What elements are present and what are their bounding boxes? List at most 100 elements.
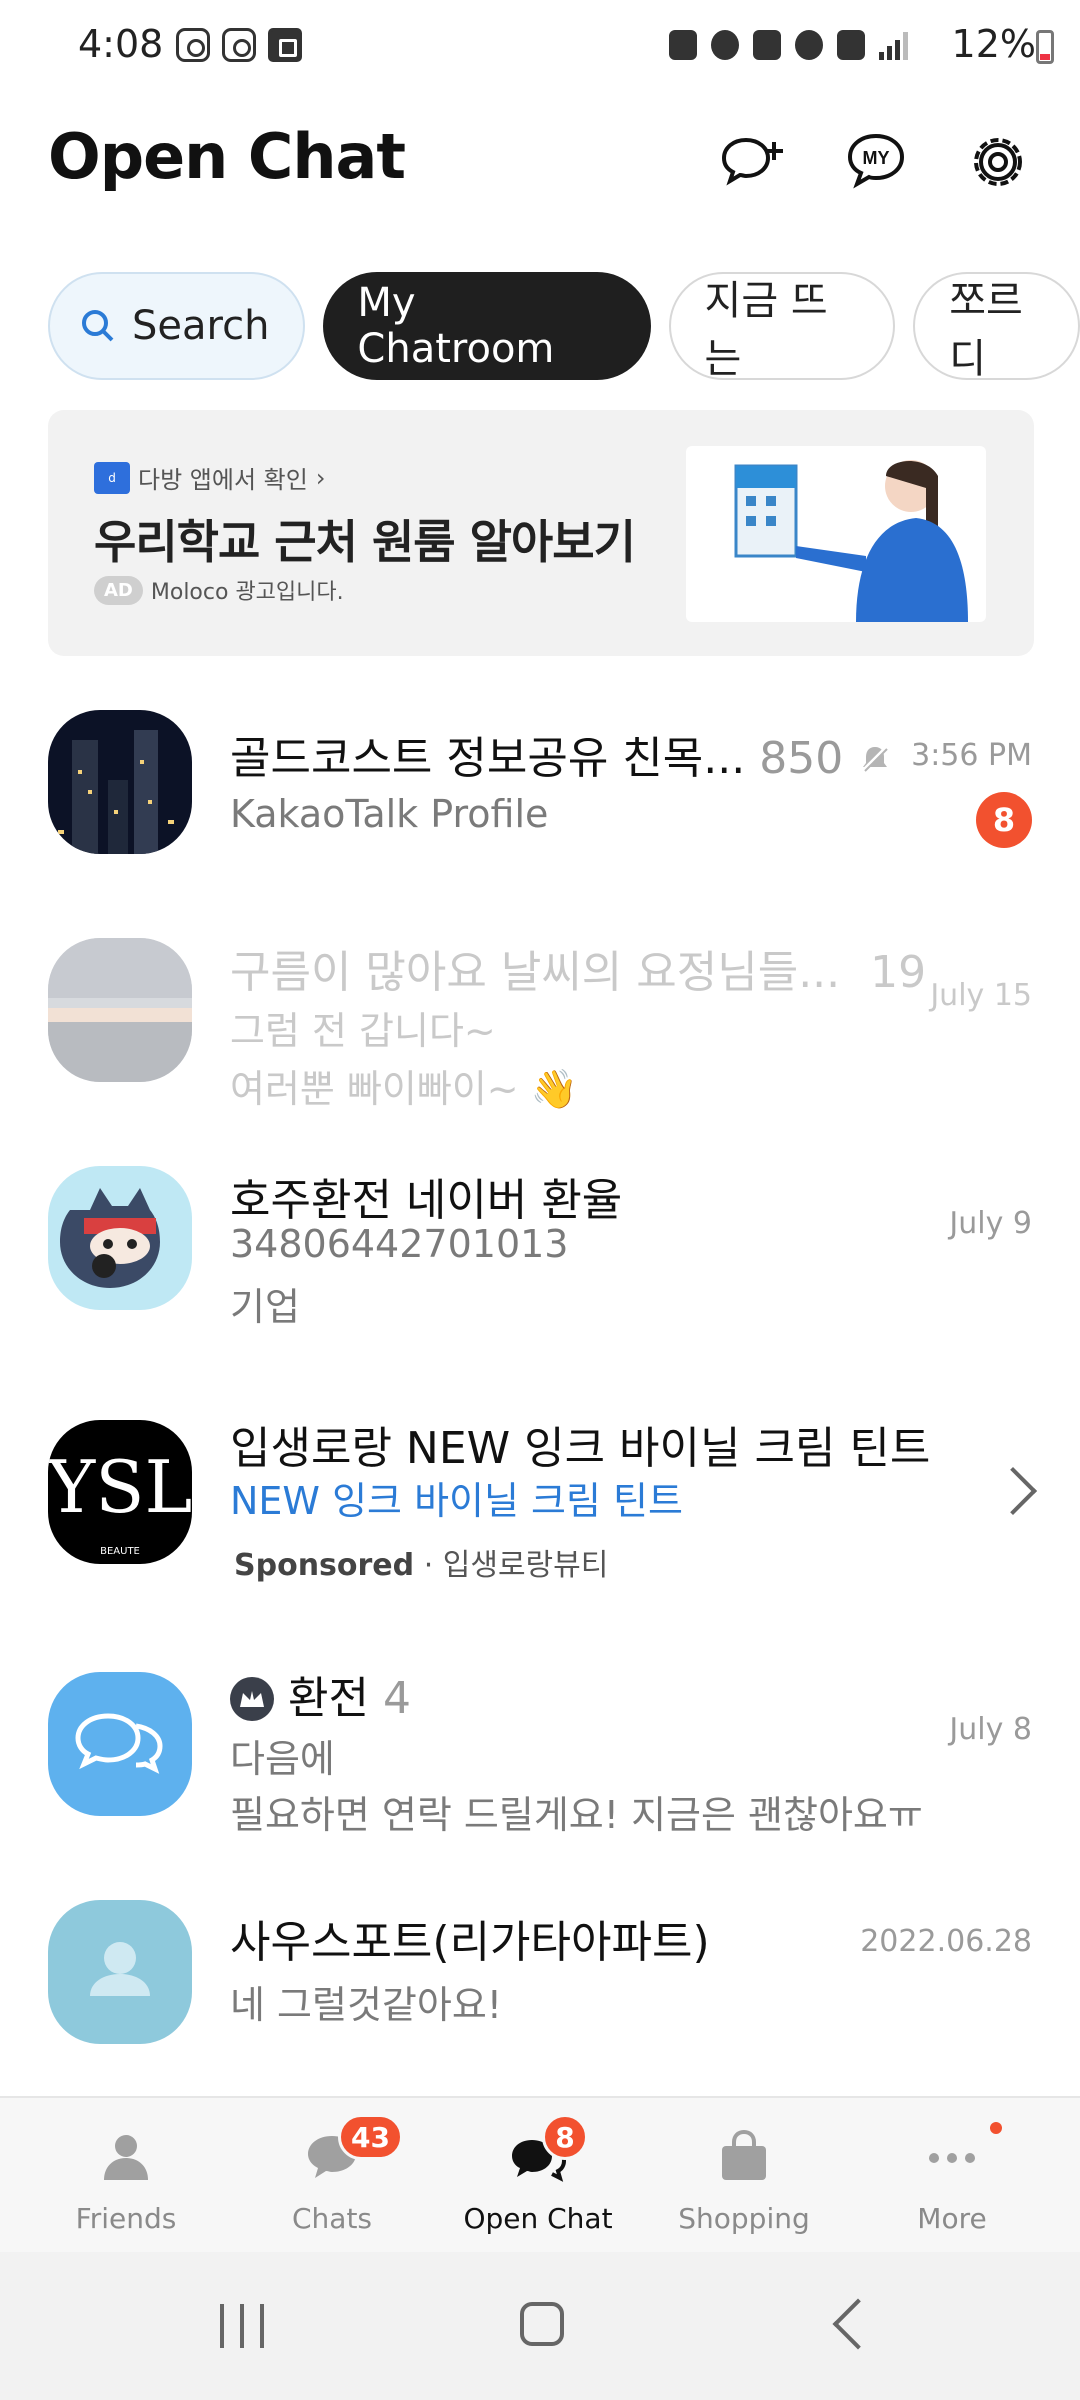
chat-row[interactable]: 구름이 많아요 날씨의 요정님들... 19 그럼 전 갑니다~ 여러뿐 빠이빠… <box>0 938 1080 1128</box>
chat-time: July 9 <box>949 1206 1032 1241</box>
ad-banner[interactable]: d 다방 앱에서 확인 › 우리학교 근처 원룸 알아보기 AD Moloco … <box>48 410 1034 656</box>
ad-title: 우리학교 근처 원룸 알아보기 <box>94 515 636 569</box>
chats-badge: 43 <box>338 2114 403 2160</box>
chat-preview-line2: 필요하면 연락 드릴게요! 지금은 괜찮아요ㅠ <box>230 1793 923 1837</box>
chat-name: 골드코스트 정보공유 친목... 850 <box>230 722 893 786</box>
system-status-icons <box>669 30 908 60</box>
new-chat-button[interactable] <box>716 124 792 200</box>
member-count: 850 <box>759 733 844 784</box>
ad-badge: AD <box>94 575 143 605</box>
alarm-icon <box>711 30 739 60</box>
chat-name: 호주환전 네이버 환율 <box>230 1175 623 1226</box>
person-icon <box>104 2135 148 2180</box>
crown-icon <box>230 1677 274 1721</box>
ad-disclosure: AD Moloco 광고입니다. <box>94 574 344 606</box>
volte-icon <box>837 30 865 60</box>
tab-trending[interactable]: 지금 뜨는 <box>668 272 896 382</box>
open-chat-badge: 8 <box>542 2114 588 2160</box>
svg-text:BEAUTE: BEAUTE <box>100 1546 140 1557</box>
ad-sub-text: Moloco 광고입니다. <box>150 580 344 605</box>
sponsored-title: 입생로랑 NEW 잉크 바이닐 크림 틴트 <box>230 1423 931 1474</box>
nav-label: Chats <box>291 2202 373 2235</box>
chevron-right-icon <box>988 1466 1038 1516</box>
system-nav-bar <box>0 2252 1080 2400</box>
chat-preview: 네 그럴것같아요! <box>230 1983 503 2027</box>
search-icon <box>82 310 114 342</box>
nav-more[interactable]: More <box>852 2098 1052 2254</box>
chat-preview: KakaoTalk Profile <box>230 792 549 836</box>
chat-time: 3:56 PM <box>911 738 1032 773</box>
chat-name: 구름이 많아요 날씨의 요정님들... 19 <box>230 947 927 998</box>
more-dots-icon <box>929 2153 975 2163</box>
tab-jordy[interactable]: 쪼르디 <box>913 272 1080 382</box>
chat-preview-line2: 여러뿐 빠이빠이~ 👋 <box>230 1067 579 1111</box>
mail-icon <box>268 28 302 62</box>
nav-label: Friends <box>75 2202 177 2235</box>
ad-brand-text: 다방 앱에서 확인 <box>138 466 308 494</box>
chat-preview: 그럼 전 갑니다~ <box>230 1009 496 1053</box>
nav-shopping[interactable]: Shopping <box>644 2098 844 2254</box>
notification-icons <box>176 28 302 62</box>
chat-time: July 8 <box>949 1712 1032 1747</box>
battery-icon <box>1036 30 1054 64</box>
dabang-logo-icon: d <box>94 461 130 494</box>
ad-brand: d 다방 앱에서 확인 › <box>94 460 325 495</box>
ad-image <box>686 446 986 622</box>
nav-friends[interactable]: Friends <box>26 2098 226 2254</box>
member-count: 19 <box>870 947 927 998</box>
default-profile-icon <box>90 1942 150 1996</box>
instagram-icon <box>176 28 210 62</box>
tab-my-chatroom[interactable]: My Chatroom <box>323 272 651 380</box>
chat-time: 2022.06.28 <box>860 1924 1032 1959</box>
nav-label: Open Chat <box>463 2202 613 2235</box>
filter-tabs: Search My Chatroom 지금 뜨는 쪼르디 <box>48 272 1080 382</box>
chevron-right-icon: › <box>315 463 326 492</box>
settings-button[interactable] <box>960 124 1036 200</box>
chat-avatar <box>48 1672 192 1816</box>
recent-apps-button[interactable] <box>220 2304 264 2348</box>
chat-avatar <box>48 1166 192 1310</box>
chat-name: 환전 4 <box>230 1662 411 1726</box>
nav-chats[interactable]: 43 Chats <box>232 2098 432 2254</box>
chat-preview: 다음에 <box>230 1737 335 1781</box>
chat-row[interactable]: 사우스포트(리가타아파트) 네 그럴것같아요! 2022.06.28 <box>0 1900 1080 2070</box>
chat-avatar <box>48 938 192 1082</box>
mute-icon <box>753 30 781 60</box>
unread-badge: 8 <box>976 792 1032 848</box>
chat-row[interactable]: 환전 4 다음에 필요하면 연락 드릴게요! 지금은 괜찮아요ㅠ July 8 <box>0 1672 1080 1862</box>
home-button[interactable] <box>520 2302 564 2346</box>
status-time: 4:08 <box>78 22 164 66</box>
my-profile-button[interactable]: MY <box>838 124 914 200</box>
sponsored-label: Sponsored · 입생로랑뷰티 <box>234 1548 609 1583</box>
nav-label: More <box>917 2202 987 2235</box>
new-indicator-dot <box>990 2122 1002 2134</box>
clipboard-icon <box>669 30 697 60</box>
instagram-icon <box>222 28 256 62</box>
page-title: Open Chat <box>48 120 406 193</box>
chat-row[interactable]: 호주환전 네이버 환율 34806442701013 기업 July 9 <box>0 1166 1080 1356</box>
signal-icon <box>879 30 908 60</box>
svg-text:YSL: YSL <box>48 1445 192 1529</box>
nav-label: Shopping <box>678 2202 810 2235</box>
chat-preview: 34806442701013 <box>230 1222 569 1266</box>
member-count: 4 <box>382 1673 411 1724</box>
mute-bell-icon <box>861 745 889 773</box>
shopping-bag-icon <box>722 2129 766 2180</box>
chat-name: 사우스포트(리가타아파트) <box>230 1917 710 1968</box>
nav-open-chat[interactable]: 8 Open Chat <box>438 2098 638 2254</box>
chat-preview-line2: 기업 <box>230 1285 300 1329</box>
sponsored-headline: NEW 잉크 바이닐 크림 틴트 <box>230 1479 683 1523</box>
chat-row[interactable]: 골드코스트 정보공유 친목... 850 KakaoTalk Profile 3… <box>0 710 1080 880</box>
chat-add-icon <box>721 137 783 186</box>
sponsored-row[interactable]: YSL BEAUTE 입생로랑 NEW 잉크 바이닐 크림 틴트 NEW 잉크 … <box>0 1420 1080 1600</box>
gear-icon <box>974 138 1022 186</box>
my-chat-icon: MY <box>847 133 905 189</box>
bottom-nav: Friends 43 Chats 8 Open Chat Shopping Mo… <box>0 2096 1080 2252</box>
wifi-icon <box>795 30 823 60</box>
status-bar: 4:08 12% <box>0 0 1080 92</box>
search-tab[interactable]: Search <box>48 272 306 380</box>
chat-bubbles-icon <box>75 1713 163 1774</box>
app-header: Open Chat MY <box>0 110 1080 220</box>
chat-avatar <box>48 1900 192 2044</box>
back-button[interactable] <box>832 2298 884 2350</box>
